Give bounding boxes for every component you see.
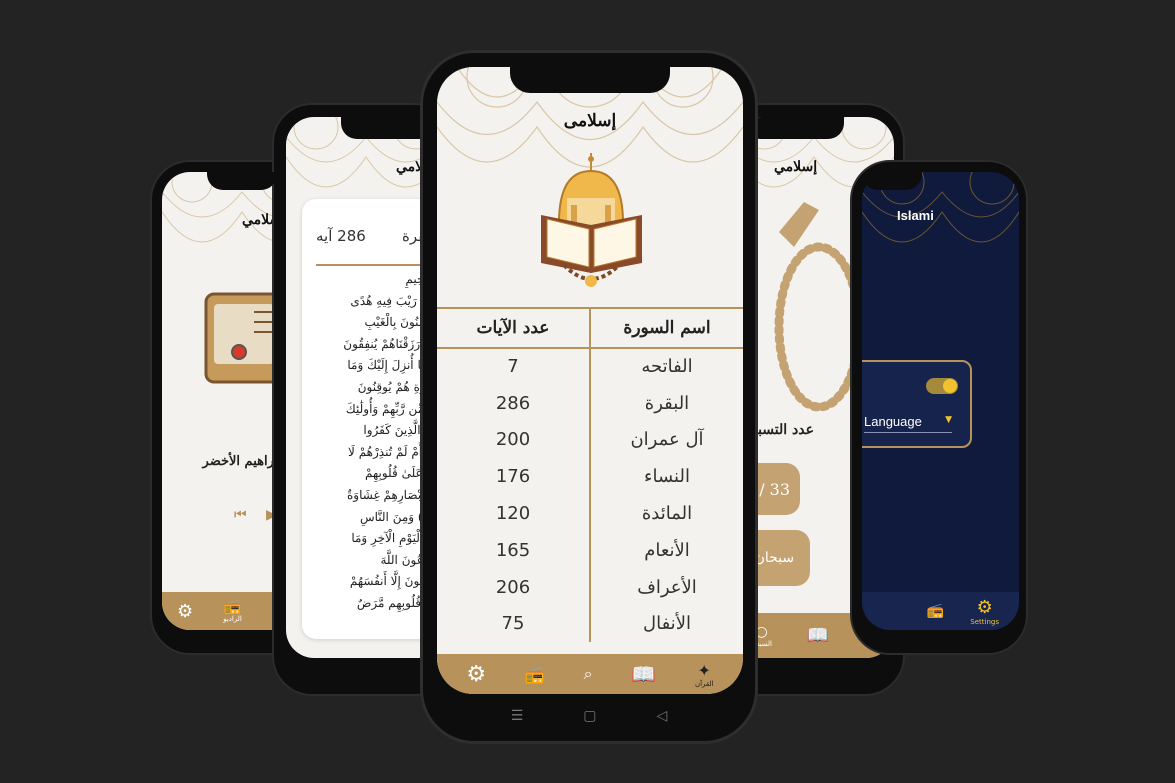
settings-icon: ⚙ xyxy=(976,596,993,618)
language-label: Language xyxy=(864,414,922,429)
mandala-decoration xyxy=(862,172,1019,243)
chevron-down-icon[interactable]: ▼ xyxy=(945,415,952,425)
ayah-count-cell: 7 xyxy=(507,356,519,378)
ayah-count-cell: 75 xyxy=(501,613,525,635)
sura-name-cell: الأعراف xyxy=(589,568,743,606)
nav-settings-label: Settings xyxy=(970,617,999,626)
quran-screen: إسلامى اسم السورة عدد الآيات الفاتحه 7 الب… xyxy=(437,67,743,694)
nav-radio[interactable]: 📻 الراديو xyxy=(223,599,242,623)
theme-toggle[interactable] xyxy=(926,378,958,394)
ayah-count-cell: 286 xyxy=(495,392,531,414)
radio-nav-icon[interactable]: 📻 xyxy=(927,603,944,619)
sura-row[interactable]: النساء 176 xyxy=(437,458,743,496)
bottom-nav: ⚙ 📻 ⌕ 📖 ✦ القرآن xyxy=(437,654,743,694)
app-title: Islami xyxy=(897,208,934,223)
app-title: إسلامى xyxy=(563,111,617,131)
nav-quran[interactable]: ✦ القرآن xyxy=(695,661,714,688)
sura-list: الفاتحه 7 البقرة 286 آل عمران 200 النساء 176 الم… xyxy=(437,348,743,643)
sura-name-cell: الفاتحه xyxy=(589,348,743,385)
sura-row[interactable]: الأنفال 75 xyxy=(437,605,743,643)
ayah-count-cell: 200 xyxy=(495,429,531,451)
sura-table: اسم السورة عدد الآيات الفاتحه 7 البقرة 286 آ… xyxy=(437,307,743,643)
back-icon[interactable]: ◁ xyxy=(657,708,668,724)
phone-settings: Islami Language ▼ 📻 ⚙ Settings ▢◁ xyxy=(850,160,1028,655)
bottom-nav: 📻 ⚙ Settings xyxy=(862,592,1019,630)
radio-icon[interactable]: 📻 xyxy=(525,665,545,684)
radio-nav-icon: 📻 xyxy=(223,599,242,615)
sura-row[interactable]: البقرة 286 xyxy=(437,384,743,422)
sura-row[interactable]: الأنعام 165 xyxy=(437,531,743,569)
book-icon[interactable]: 📖 xyxy=(806,625,828,646)
column-header-name: اسم السورة xyxy=(589,307,743,349)
radio-station-name: إبراهيم الأخضر xyxy=(202,454,282,469)
ayah-count-cell: 165 xyxy=(495,539,531,561)
sura-name-cell: البقرة xyxy=(589,384,743,422)
ayah-count-cell: 120 xyxy=(495,503,531,525)
sura-row[interactable]: آل عمران 200 xyxy=(437,421,743,459)
sura-name-cell: الأنعام xyxy=(589,531,743,569)
nav-radio-label: الراديو xyxy=(223,615,242,623)
settings-card: Language ▼ xyxy=(862,360,972,448)
nav-quran-label: القرآن xyxy=(694,679,714,688)
settings-icon[interactable]: ⚙ xyxy=(177,601,193,622)
ayah-count: 286 آيه xyxy=(316,227,366,245)
sura-name-cell: المائدة xyxy=(589,495,743,532)
tasbeeh-icon[interactable]: ⌕ xyxy=(584,664,593,684)
column-header-count: عدد الآيات xyxy=(437,307,590,349)
sura-row[interactable]: الفاتحه 7 xyxy=(437,348,743,385)
quran-icon: ✦ xyxy=(697,660,711,680)
app-title: إسلامي xyxy=(774,159,818,175)
book-icon[interactable]: 📖 xyxy=(631,662,656,686)
settings-screen: Islami Language ▼ 📻 ⚙ Settings ▢◁ xyxy=(862,172,1019,630)
settings-icon[interactable]: ⚙ xyxy=(466,662,486,687)
sura-row[interactable]: الأعراف 206 xyxy=(437,568,743,606)
phone-quran-index: إسلامى اسم السورة عدد الآيات الفاتحه 7 الب… xyxy=(420,50,758,744)
system-nav: ☰ ▢ ◁ xyxy=(423,708,755,724)
sura-name-cell: الأنفال xyxy=(589,605,743,643)
nav-settings[interactable]: ⚙ Settings xyxy=(970,597,999,626)
sura-name-cell: النساء xyxy=(589,458,743,496)
home-icon[interactable]: ▢ xyxy=(583,708,596,724)
ayah-count-cell: 176 xyxy=(495,466,531,488)
menu-icon[interactable]: ☰ xyxy=(511,708,524,724)
ayah-count-cell: 206 xyxy=(495,576,531,598)
sura-row[interactable]: المائدة 120 xyxy=(437,495,743,532)
quran-logo-icon xyxy=(541,153,642,287)
previous-icon[interactable]: ⏮ xyxy=(234,507,247,523)
sura-name-cell: آل عمران xyxy=(589,421,743,459)
